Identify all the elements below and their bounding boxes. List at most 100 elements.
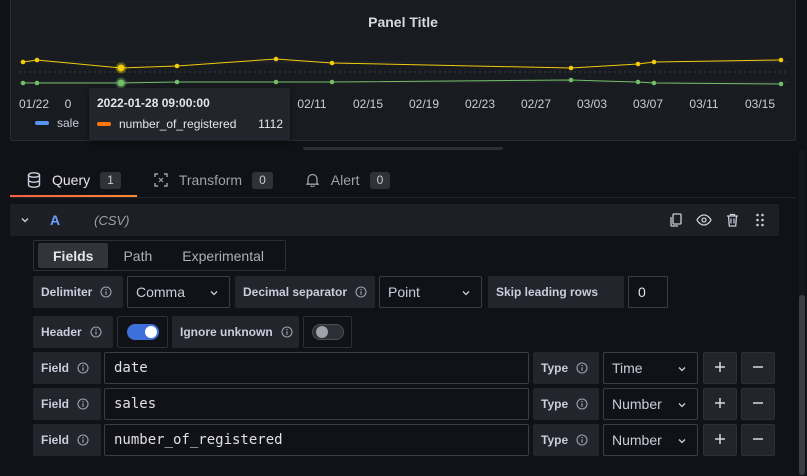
delimiter-select[interactable]: Comma (127, 276, 230, 308)
info-icon[interactable] (281, 326, 293, 338)
remove-field-button[interactable] (741, 388, 775, 420)
tab-transform[interactable]: Transform 0 (137, 163, 289, 197)
remove-field-button[interactable] (741, 424, 775, 456)
data-point[interactable] (651, 80, 657, 86)
header-toggle[interactable] (126, 324, 159, 340)
data-point[interactable] (174, 63, 180, 69)
data-point[interactable] (115, 62, 127, 74)
data-point[interactable] (635, 61, 641, 67)
chevron-down-icon (677, 364, 687, 374)
data-point[interactable] (329, 60, 335, 66)
minus-icon (752, 361, 764, 376)
data-point[interactable] (115, 77, 127, 89)
add-field-button[interactable] (703, 352, 737, 384)
data-point[interactable] (778, 57, 784, 63)
field-name-input[interactable]: date (104, 352, 529, 384)
field-name-input[interactable]: sales (104, 388, 529, 420)
add-field-button[interactable] (703, 388, 737, 420)
info-icon[interactable] (77, 362, 89, 374)
bell-icon (305, 172, 321, 188)
x-tick-label: 02/19 (409, 97, 439, 111)
query-datasource: (CSV) (94, 212, 130, 228)
info-icon[interactable] (90, 326, 102, 338)
field-label-text: Field (41, 433, 70, 447)
info-icon[interactable] (576, 434, 588, 446)
plus-icon (714, 397, 726, 412)
data-point[interactable] (34, 57, 40, 63)
data-point[interactable] (174, 79, 180, 85)
info-icon[interactable] (77, 398, 89, 410)
x-tick-label: 03/03 (577, 97, 607, 111)
toggle-knob (144, 326, 157, 338)
panel-resize-handle[interactable] (303, 147, 503, 150)
field-type-value: Number (612, 432, 662, 448)
field-type-select[interactable]: Number (603, 424, 698, 456)
info-icon[interactable] (100, 286, 112, 298)
header-toggle-wrap (117, 316, 168, 348)
field-name-input[interactable]: number_of_registered (104, 424, 529, 456)
tab-transform-label: Transform (178, 172, 243, 188)
subtab-path[interactable]: Path (108, 243, 167, 268)
delimiter-label-text: Delimiter (41, 285, 93, 299)
info-icon[interactable] (576, 398, 588, 410)
data-point[interactable] (20, 59, 26, 65)
drag-handle-icon[interactable] (751, 211, 769, 229)
info-icon[interactable] (355, 286, 367, 298)
panel: Panel Title 01/22 0 02/11 02/15 02/19 02/23 02… (10, 0, 796, 141)
plus-icon (714, 433, 726, 448)
info-icon[interactable] (576, 362, 588, 374)
duplicate-icon[interactable] (667, 211, 685, 229)
scrollbar[interactable] (799, 150, 805, 476)
query-ref-id[interactable]: A (50, 212, 60, 228)
series-line[interactable] (22, 58, 782, 69)
subtab-fields[interactable]: Fields (38, 243, 109, 268)
tab-alert[interactable]: Alert 0 (289, 163, 406, 197)
type-label-text: Type (541, 397, 569, 411)
legend-series-label[interactable]: sale (57, 116, 79, 130)
ignore-unknown-label-text: Ignore unknown (180, 325, 273, 339)
tab-query[interactable]: Query 1 (10, 163, 137, 197)
tooltip-series-name: number_of_registered (119, 117, 237, 131)
eye-icon[interactable] (695, 211, 713, 229)
data-point[interactable] (34, 80, 40, 86)
remove-field-button[interactable] (741, 352, 775, 384)
data-point[interactable] (568, 77, 574, 83)
header-label-text: Header (41, 325, 82, 339)
trash-icon[interactable] (723, 211, 741, 229)
decimal-separator-select[interactable]: Point (379, 276, 482, 308)
data-point[interactable] (329, 79, 335, 85)
tooltip-row: number_of_registered 1112 (97, 116, 283, 132)
ignore-unknown-toggle[interactable] (311, 324, 344, 340)
data-point[interactable] (273, 79, 279, 85)
toggle-knob (315, 326, 328, 338)
field-type-select[interactable]: Time (603, 352, 698, 384)
x-tick-label: 02/27 (521, 97, 551, 111)
tooltip-time: 2022-01-28 09:00:00 (97, 96, 210, 110)
data-point[interactable] (651, 59, 657, 65)
chevron-down-icon (677, 400, 687, 410)
x-tick-label: 03/11 (689, 97, 718, 111)
query-row-header[interactable]: A (CSV) (10, 204, 779, 236)
subtab-experimental[interactable]: Experimental (167, 243, 279, 268)
data-point[interactable] (273, 56, 279, 62)
field-type-select[interactable]: Number (603, 388, 698, 420)
skip-leading-rows-input[interactable]: 0 (628, 276, 668, 308)
data-point[interactable] (568, 65, 574, 71)
chevron-down-icon[interactable] (10, 215, 40, 225)
decimal-separator-label: Decimal separator (235, 276, 375, 308)
data-point[interactable] (20, 80, 26, 86)
header-label: Header (33, 316, 113, 348)
chart-legend[interactable]: sale (35, 116, 79, 130)
scrollbar-thumb[interactable] (799, 295, 805, 475)
tab-alert-label: Alert (330, 172, 360, 188)
tab-alert-count: 0 (369, 171, 391, 189)
info-icon[interactable] (77, 434, 89, 446)
data-point[interactable] (778, 81, 784, 87)
x-tick-label: 03/07 (633, 97, 663, 111)
type-label: Type (533, 424, 599, 456)
x-tick-label: 02/11 (297, 97, 326, 111)
tabs-divider (10, 197, 796, 198)
data-point[interactable] (635, 79, 641, 85)
field-label: Field (33, 424, 101, 456)
add-field-button[interactable] (703, 424, 737, 456)
